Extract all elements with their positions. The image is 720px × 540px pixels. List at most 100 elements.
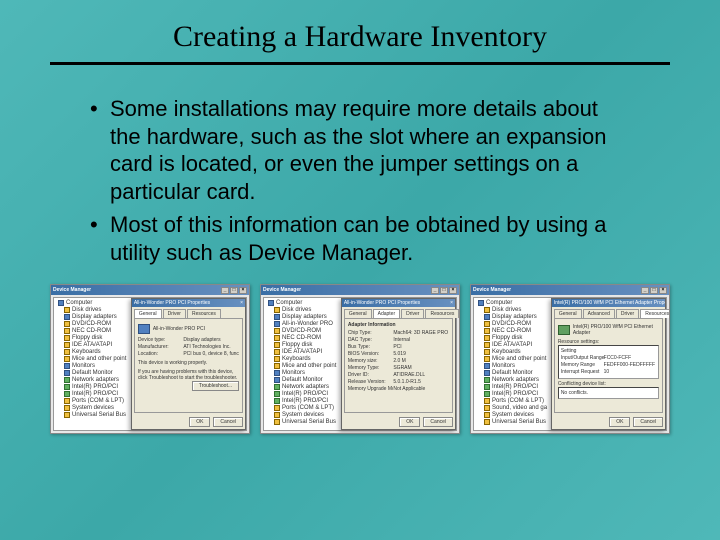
- tree-item[interactable]: DVD/CD-ROM: [56, 321, 137, 328]
- device-name: All-in-Wonder PRO PCI: [153, 326, 205, 332]
- tree-item[interactable]: Mice and other point: [56, 356, 137, 363]
- tree-item[interactable]: Keyboards: [266, 356, 347, 363]
- cancel-button[interactable]: Cancel: [633, 417, 663, 427]
- ok-button[interactable]: OK: [609, 417, 630, 427]
- tree-item[interactable]: Network adapters: [266, 384, 347, 391]
- cancel-button[interactable]: Cancel: [213, 417, 243, 427]
- tree-item[interactable]: Intel(R) PRO/PCI: [476, 384, 557, 391]
- tree-item[interactable]: Ports (COM & LPT): [476, 398, 557, 405]
- tab-general[interactable]: General: [134, 309, 162, 318]
- maximize-icon[interactable]: □: [650, 287, 658, 294]
- tree-item[interactable]: Intel(R) PRO/PCI: [56, 391, 137, 398]
- tab-driver[interactable]: Driver: [616, 309, 639, 318]
- tree-item[interactable]: DVD/CD-ROM: [476, 321, 557, 328]
- tab-driver[interactable]: Driver: [401, 309, 424, 318]
- tree-item[interactable]: Intel(R) PRO/PCI: [56, 384, 137, 391]
- close-icon[interactable]: ×: [450, 300, 453, 306]
- tree-item[interactable]: Ports (COM & LPT): [266, 405, 347, 412]
- tree-item[interactable]: Default Monitor: [266, 377, 347, 384]
- tree-item[interactable]: NEC CD-ROM: [476, 328, 557, 335]
- tree-item-label: Network adapters: [72, 377, 119, 383]
- close-icon[interactable]: ×: [659, 287, 667, 294]
- tree-item[interactable]: Display adapters: [266, 314, 347, 321]
- tree-item[interactable]: Universal Serial Bus: [266, 419, 347, 426]
- slide: Creating a Hardware Inventory • Some ins…: [0, 0, 720, 540]
- close-icon[interactable]: ×: [449, 287, 457, 294]
- device-tree[interactable]: ComputerDisk drivesDisplay adaptersDVD/C…: [474, 298, 560, 430]
- minimize-icon[interactable]: _: [431, 287, 439, 294]
- ok-button[interactable]: OK: [399, 417, 420, 427]
- tree-item[interactable]: Computer: [266, 300, 347, 307]
- ok-button[interactable]: OK: [189, 417, 210, 427]
- tree-item[interactable]: Disk drives: [56, 307, 137, 314]
- tree-item-label: IDE ATA/ATAPI: [492, 342, 532, 348]
- tree-item[interactable]: Display adapters: [476, 314, 557, 321]
- resource-listbox[interactable]: SettingInput/Output RangeFCC0-FCFFMemory…: [558, 345, 659, 379]
- tab-advanced[interactable]: Advanced: [583, 309, 615, 318]
- tree-item[interactable]: IDE ATA/ATAPI: [56, 342, 137, 349]
- tree-item[interactable]: Intel(R) PRO/PCI: [476, 391, 557, 398]
- tree-item[interactable]: Mice and other point: [476, 356, 557, 363]
- maximize-icon[interactable]: □: [440, 287, 448, 294]
- tree-item[interactable]: IDE ATA/ATAPI: [266, 349, 347, 356]
- tree-item[interactable]: Computer: [476, 300, 557, 307]
- tree-item[interactable]: Default Monitor: [56, 370, 137, 377]
- close-icon[interactable]: ×: [239, 287, 247, 294]
- tree-item[interactable]: Floppy disk: [266, 342, 347, 349]
- tree-item[interactable]: System devices: [266, 412, 347, 419]
- tree-item[interactable]: Sound, video and ga: [476, 405, 557, 412]
- blue-device-icon: [274, 370, 280, 376]
- tree-item[interactable]: Display adapters: [56, 314, 137, 321]
- tree-item[interactable]: System devices: [476, 412, 557, 419]
- tree-item[interactable]: Universal Serial Bus: [476, 419, 557, 426]
- device-tree[interactable]: ComputerDisk drivesDisplay adaptersDVD/C…: [54, 298, 140, 430]
- tree-item[interactable]: NEC CD-ROM: [56, 328, 137, 335]
- tree-item[interactable]: Disk drives: [476, 307, 557, 314]
- tree-item[interactable]: Keyboards: [56, 349, 137, 356]
- tab-general[interactable]: General: [344, 309, 372, 318]
- tree-item[interactable]: Network adapters: [476, 377, 557, 384]
- tree-item-label: Monitors: [72, 363, 95, 369]
- maximize-icon[interactable]: □: [230, 287, 238, 294]
- tab-resources[interactable]: Resources: [187, 309, 221, 318]
- tree-item[interactable]: Floppy disk: [476, 335, 557, 342]
- tab-resources[interactable]: Resources: [640, 309, 670, 318]
- property-row: Memory size:2.0 M: [348, 358, 449, 364]
- tree-item[interactable]: Keyboards: [476, 349, 557, 356]
- network-adapter-icon: [558, 325, 570, 335]
- tree-item[interactable]: System devices: [56, 405, 137, 412]
- cancel-button[interactable]: Cancel: [423, 417, 453, 427]
- tab-resources[interactable]: Resources: [425, 309, 459, 318]
- tree-item[interactable]: All-in-Wonder PRO: [266, 321, 347, 328]
- tab-general[interactable]: General: [554, 309, 582, 318]
- yellow-device-icon: [274, 405, 280, 411]
- yellow-device-icon: [484, 398, 490, 404]
- tree-item[interactable]: Floppy disk: [56, 335, 137, 342]
- tree-item[interactable]: Intel(R) PRO/PCI: [266, 398, 347, 405]
- tree-item[interactable]: Default Monitor: [476, 370, 557, 377]
- property-key: BIOS Version:: [348, 351, 394, 357]
- tree-item[interactable]: Intel(R) PRO/PCI: [266, 391, 347, 398]
- tree-item[interactable]: NEC CD-ROM: [266, 335, 347, 342]
- device-tree[interactable]: ComputerDisk drivesDisplay adaptersAll-i…: [264, 298, 350, 430]
- tree-item[interactable]: Mice and other point: [266, 363, 347, 370]
- close-icon[interactable]: ×: [240, 300, 243, 306]
- tab-driver[interactable]: Driver: [163, 309, 186, 318]
- minimize-icon[interactable]: _: [221, 287, 229, 294]
- tree-item[interactable]: Network adapters: [56, 377, 137, 384]
- troubleshoot-button[interactable]: Troubleshoot...: [192, 381, 239, 391]
- blue-device-icon: [484, 314, 490, 320]
- tree-item[interactable]: Monitors: [56, 363, 137, 370]
- tree-item[interactable]: IDE ATA/ATAPI: [476, 342, 557, 349]
- tree-item[interactable]: Universal Serial Bus: [56, 412, 137, 419]
- property-value: 10: [604, 369, 656, 375]
- tree-item[interactable]: Disk drives: [266, 307, 347, 314]
- tree-item[interactable]: Monitors: [476, 363, 557, 370]
- tree-item[interactable]: DVD/CD-ROM: [266, 328, 347, 335]
- tree-item[interactable]: Monitors: [266, 370, 347, 377]
- tab-adapter[interactable]: Adapter: [373, 309, 401, 318]
- minimize-icon[interactable]: _: [641, 287, 649, 294]
- tree-item[interactable]: Ports (COM & LPT): [56, 398, 137, 405]
- tree-item[interactable]: Computer: [56, 300, 137, 307]
- tree-item-label: Mice and other point: [492, 356, 546, 362]
